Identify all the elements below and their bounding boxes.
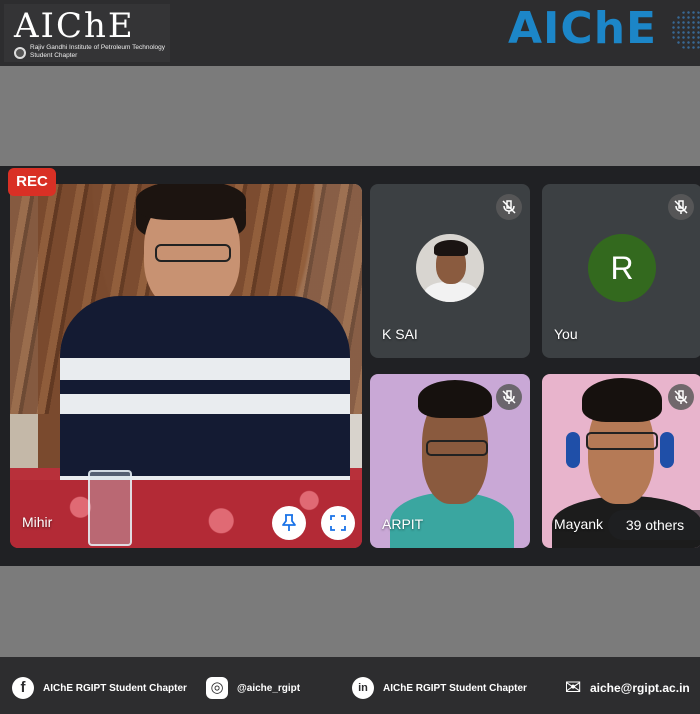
globe-icon	[671, 10, 700, 50]
mic-off-icon	[668, 194, 694, 220]
participant-tile-arpit[interactable]: ARPIT	[370, 374, 530, 548]
linkedin-icon: in	[352, 677, 374, 699]
video-call-grid: Mihir K SAI R You ARPIT Mayank 39 others	[0, 166, 700, 566]
logo-subtitle: Rajiv Gandhi Institute of Petroleum Tech…	[30, 44, 166, 59]
avatar	[416, 234, 484, 302]
footer-bar: f AIChE RGIPT Student Chapter ◎ @aiche_r…	[0, 657, 700, 714]
participant-tile-you[interactable]: R You	[542, 184, 700, 358]
pin-button[interactable]	[272, 506, 306, 540]
glass-of-water	[88, 470, 132, 546]
footer-email[interactable]: ✉ aiche@rgipt.ac.in	[562, 676, 690, 700]
participant-tile-main[interactable]: Mihir	[10, 184, 362, 548]
participant-name-label: K SAI	[382, 326, 418, 342]
fullscreen-button[interactable]	[321, 506, 355, 540]
header-bar: AIChE Rajiv Gandhi Institute of Petroleu…	[0, 0, 700, 66]
participant-name-label: Mihir	[22, 514, 53, 530]
aiche-logo: AIChE	[508, 3, 658, 54]
participant-tile-mayank[interactable]: Mayank 39 others	[542, 374, 700, 548]
aiche-rgipt-logo: AIChE Rajiv Gandhi Institute of Petroleu…	[4, 4, 170, 62]
logo-wordmark: AIChE	[14, 6, 135, 46]
mic-off-icon	[496, 384, 522, 410]
others-count-button[interactable]: 39 others	[608, 510, 700, 540]
mic-off-icon	[668, 384, 694, 410]
footer-linkedin[interactable]: in AIChE RGIPT Student Chapter	[352, 676, 527, 700]
headphones-icon	[566, 432, 580, 468]
participant-name-label: Mayank	[554, 516, 604, 532]
mail-icon: ✉	[564, 677, 582, 699]
participant-name-label: ARPIT	[382, 516, 424, 532]
participant-name-label: You	[554, 326, 578, 342]
facebook-icon: f	[12, 677, 34, 699]
footer-instagram[interactable]: ◎ @aiche_rgipt	[206, 676, 300, 700]
avatar: R	[588, 234, 656, 302]
recording-badge: REC	[8, 168, 56, 196]
instagram-icon: ◎	[206, 677, 228, 699]
mic-off-icon	[496, 194, 522, 220]
pin-icon	[282, 514, 296, 531]
fullscreen-icon	[330, 515, 346, 531]
institute-seal-icon	[14, 47, 26, 59]
footer-facebook[interactable]: f AIChE RGIPT Student Chapter	[12, 676, 187, 700]
participant-tile-k-sai[interactable]: K SAI	[370, 184, 530, 358]
